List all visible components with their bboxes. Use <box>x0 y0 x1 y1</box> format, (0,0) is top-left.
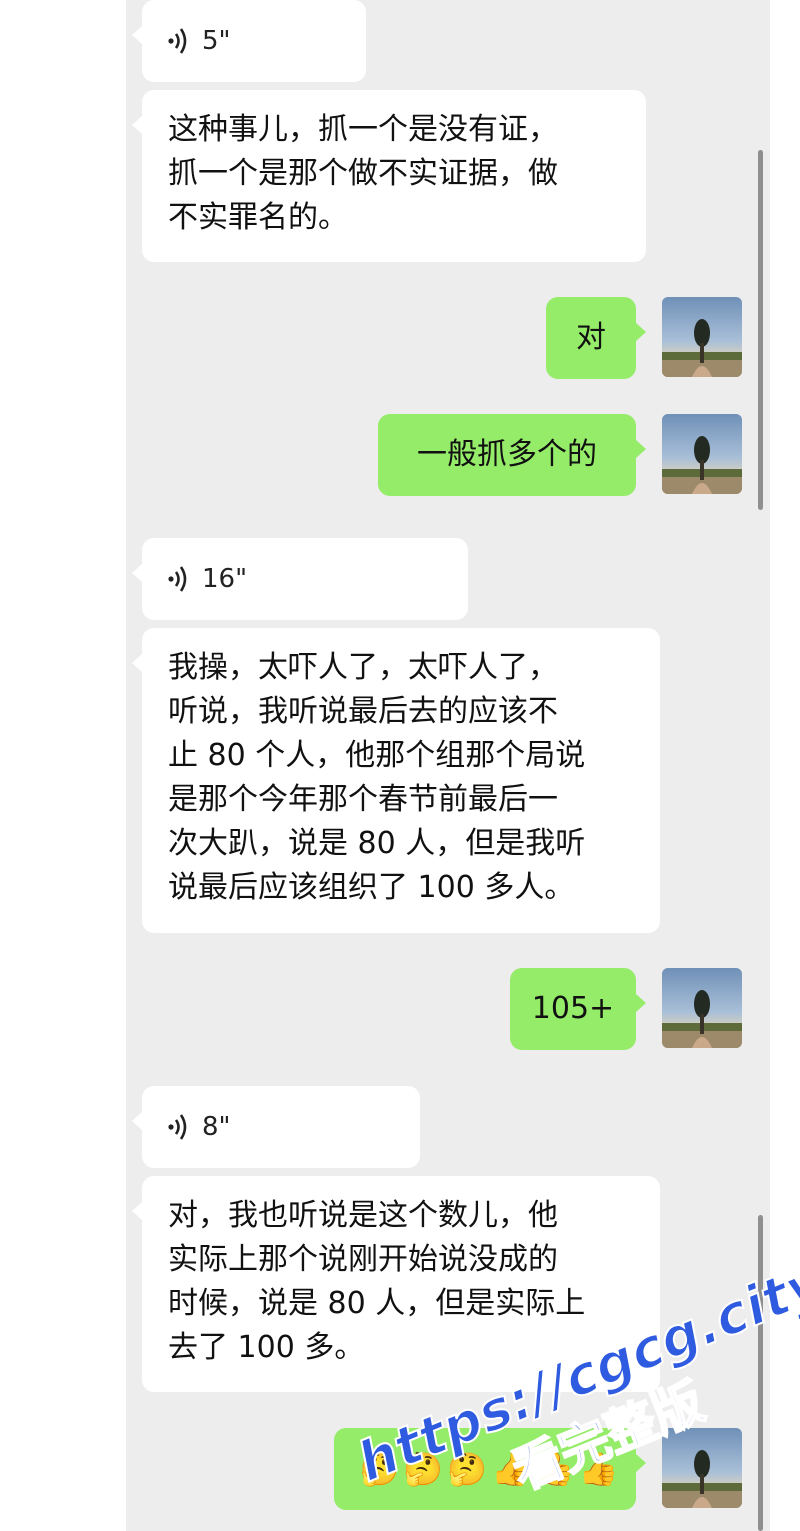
message-line: 止 80 个人，他那个组那个局说 <box>168 738 586 773</box>
incoming-text-message[interactable]: 对，我也听说是这个数儿，他 实际上那个说刚开始说没成的 时候，说是 80 人，但… <box>132 1176 660 1392</box>
message-line: 我操，太吓人了，太吓人了， <box>168 650 558 685</box>
message-line: 实际上那个说刚开始说没成的 <box>168 1242 558 1277</box>
voice-message[interactable]: 5" <box>132 0 366 82</box>
avatar[interactable] <box>662 297 742 377</box>
avatar[interactable] <box>662 1428 742 1508</box>
outgoing-text-message[interactable]: 一般抓多个的 <box>378 414 646 496</box>
message-text: 一般抓多个的 <box>417 437 597 472</box>
avatar-tree-photo-icon <box>662 436 742 494</box>
voice-duration: 16" <box>202 564 248 594</box>
message-line: 对，我也听说是这个数儿，他 <box>168 1198 558 1233</box>
chat-area[interactable]: 5" 这种事儿，抓一个是没有证， 抓一个是那个做不实证据，做 不实罪名的。 对 … <box>126 0 770 1531</box>
outgoing-text-message[interactable]: 对 <box>546 297 646 379</box>
voice-duration: 5" <box>202 26 231 56</box>
message-line: 抓一个是那个做不实证据，做 <box>168 156 558 191</box>
message-text: 对 <box>576 320 606 355</box>
scrollbar-bottom[interactable] <box>758 1215 763 1531</box>
message-line: 去了 100 多。 <box>168 1330 365 1365</box>
message-line: 不实罪名的。 <box>168 200 348 235</box>
message-text: 105+ <box>531 991 615 1026</box>
thinking-emoji-icon: 🤔 <box>447 1450 487 1488</box>
avatar-tree-photo-icon <box>662 1450 742 1508</box>
avatar-tree-photo-icon <box>662 319 742 377</box>
outgoing-text-message[interactable]: 105+ <box>510 968 646 1050</box>
thinking-emoji-icon: 🤔 <box>403 1450 444 1488</box>
voice-duration: 8" <box>202 1112 231 1142</box>
outgoing-emoji-message[interactable]: 🤔 🤔 🤔 👍 👍 👍 <box>334 1428 646 1510</box>
scrollbar-top[interactable] <box>758 150 763 510</box>
thumbs-up-emoji-icon: 👍 <box>491 1450 531 1488</box>
avatar-tree-photo-icon <box>662 990 742 1048</box>
voice-message[interactable]: 16" <box>132 538 468 620</box>
incoming-text-message[interactable]: 这种事儿，抓一个是没有证， 抓一个是那个做不实证据，做 不实罪名的。 <box>132 90 646 262</box>
message-line: 说最后应该组织了 100 多人。 <box>168 870 575 905</box>
message-line: 是那个今年那个春节前最后一 <box>168 782 558 817</box>
avatar[interactable] <box>662 968 742 1048</box>
incoming-text-message[interactable]: 我操，太吓人了，太吓人了， 听说，我听说最后去的应该不 止 80 个人，他那个组… <box>132 628 660 933</box>
message-line: 这种事儿，抓一个是没有证， <box>168 112 558 147</box>
avatar[interactable] <box>662 414 742 494</box>
message-line: 时候，说是 80 人，但是实际上 <box>168 1286 586 1321</box>
thumbs-up-emoji-icon: 👍 <box>578 1450 619 1488</box>
message-line: 听说，我听说最后去的应该不 <box>168 694 558 729</box>
thumbs-up-emoji-icon: 👍 <box>534 1450 575 1488</box>
message-line: 次大趴，说是 80 人，但是我听 <box>168 826 586 861</box>
voice-wave-icon <box>168 28 187 54</box>
voice-wave-icon <box>168 566 187 592</box>
thinking-emoji-icon: 🤔 <box>359 1450 400 1488</box>
voice-wave-icon <box>168 1114 187 1140</box>
voice-message[interactable]: 8" <box>132 1086 420 1168</box>
